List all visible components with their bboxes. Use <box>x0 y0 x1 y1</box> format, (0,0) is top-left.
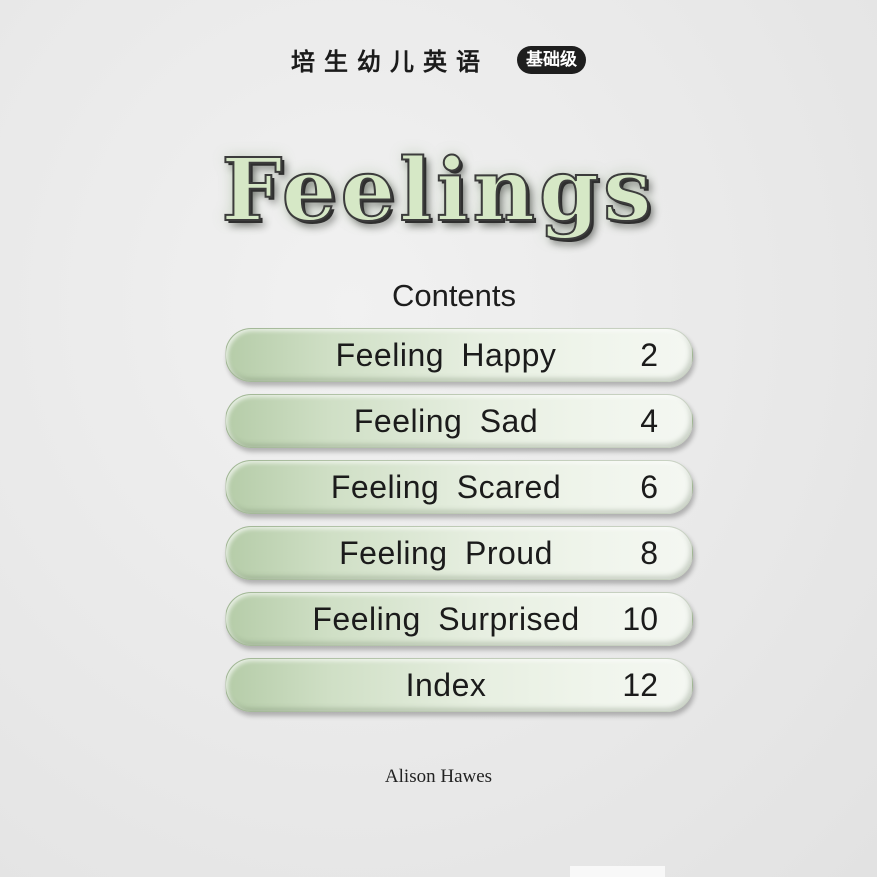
toc-item-page: 6 <box>640 469 658 505</box>
toc-item-label: Feeling Sad <box>353 403 539 439</box>
level-badge: 基础级 <box>517 45 586 74</box>
toc-item-page: 2 <box>640 337 658 373</box>
toc-item-feeling-proud[interactable]: Feeling Proud 8 <box>225 526 693 580</box>
series-name: 培生幼儿英语 <box>291 48 489 76</box>
author-name: Alison Hawes <box>384 766 493 787</box>
title-area: Feelings <box>0 139 877 242</box>
toc-item-label: Feeling Surprised <box>312 601 580 637</box>
toc-item-feeling-sad[interactable]: Feeling Sad 4 <box>225 394 693 448</box>
series-header: 培生幼儿英语 基础级 <box>0 42 877 77</box>
toc-item-feeling-happy[interactable]: Feeling Happy 2 <box>225 328 693 382</box>
toc-item-feeling-scared[interactable]: Feeling Scared 6 <box>225 460 693 514</box>
scan-edge-strip <box>570 866 665 877</box>
toc-item-label: Feeling Proud <box>339 535 553 571</box>
table-of-contents: Feeling Happy 2 Feeling Sad 4 Feeling Sc… <box>225 328 693 724</box>
toc-item-index[interactable]: Index 12 <box>225 658 693 712</box>
book-title: Feelings <box>220 139 656 242</box>
toc-item-page: 4 <box>640 403 658 439</box>
toc-item-feeling-surprised[interactable]: Feeling Surprised 10 <box>225 592 693 646</box>
toc-item-label: Feeling Scared <box>330 469 562 505</box>
toc-item-page: 10 <box>622 601 658 637</box>
toc-item-page: 12 <box>622 667 658 703</box>
toc-item-page: 8 <box>640 535 658 571</box>
contents-heading: Contents <box>391 278 517 313</box>
toc-item-label: Feeling Happy <box>335 337 557 373</box>
toc-item-label: Index <box>405 667 487 703</box>
